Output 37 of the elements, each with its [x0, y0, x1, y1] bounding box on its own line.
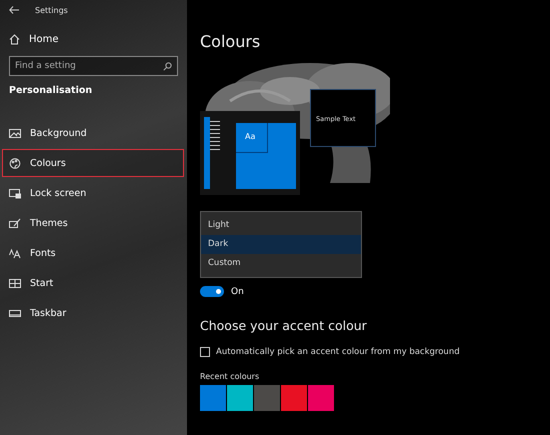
recent-colours-label: Recent colours [200, 372, 260, 381]
home-link[interactable]: Home [0, 20, 67, 46]
section-heading: Choose your accent colour [200, 318, 368, 333]
lock-icon [9, 188, 21, 198]
colour-swatch[interactable] [308, 385, 334, 411]
toggle-switch[interactable] [200, 286, 224, 297]
checkbox[interactable] [200, 347, 210, 357]
menu-option[interactable]: Dark [201, 235, 361, 254]
page-title: Colours [200, 32, 262, 51]
home-icon [9, 34, 20, 44]
sidebar-item[interactable]: Background [2, 119, 184, 147]
colour-swatch[interactable] [200, 385, 226, 411]
colour-swatch[interactable] [227, 385, 253, 411]
search-field[interactable]: Find a setting [9, 56, 178, 76]
sidebar-item[interactable]: Colours [2, 149, 184, 177]
menu-option[interactable]: Light [201, 216, 361, 235]
sidebar-item[interactable]: Start [2, 269, 184, 297]
menu-option[interactable]: Custom [201, 254, 361, 273]
colour-swatch[interactable] [281, 385, 307, 411]
palette-icon [9, 158, 21, 168]
sidebar-item[interactable]: Themes [2, 209, 184, 237]
start-icon [9, 278, 21, 288]
section-heading: Personalisation [8, 84, 92, 96]
themes-icon [9, 218, 21, 228]
fonts-icon [9, 248, 21, 258]
window-title: Settings [35, 6, 68, 14]
background-icon [9, 128, 21, 138]
sidebar-item[interactable]: Lock screen [2, 179, 184, 207]
sidebar-item[interactable]: Fonts [2, 239, 184, 267]
sidebar-item[interactable]: Taskbar [2, 299, 184, 327]
tile-text: Aa [236, 123, 268, 153]
search-icon [163, 62, 172, 71]
taskbar-icon [9, 308, 21, 318]
colour-swatch[interactable] [254, 385, 280, 411]
back-arrow-icon[interactable] [9, 6, 19, 14]
checkbox-label: Automatically pick an accent colour from my background [216, 347, 460, 357]
toggle-state: On [231, 286, 244, 296]
